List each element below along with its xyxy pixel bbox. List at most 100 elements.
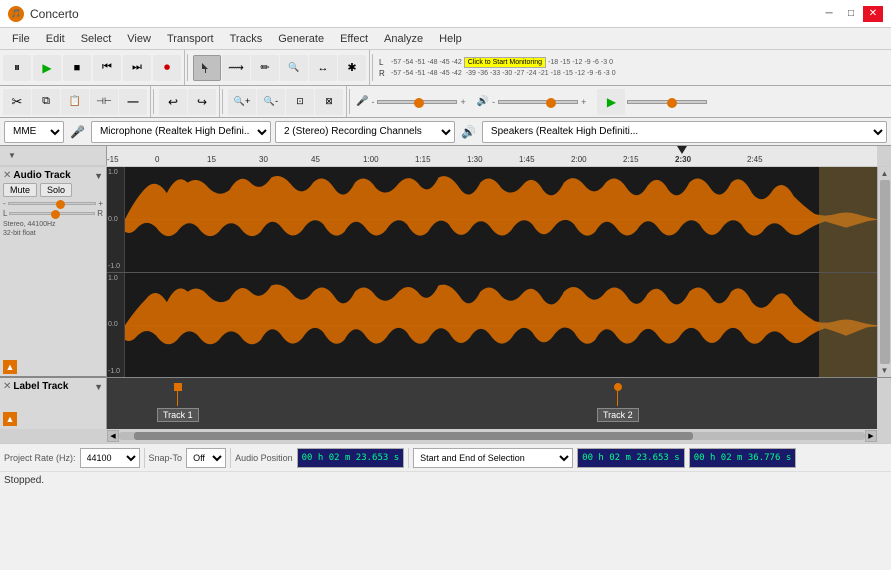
app-icon: 🎵 <box>8 6 24 22</box>
menu-view[interactable]: View <box>119 31 159 47</box>
label-track-collapse[interactable]: ▲ <box>3 412 17 426</box>
menu-edit[interactable]: Edit <box>38 31 73 47</box>
monitor-button[interactable]: Click to Start Monitoring <box>464 57 546 68</box>
project-rate-label: Project Rate (Hz): <box>4 453 76 463</box>
zoom-tool-button[interactable]: 🔍 <box>280 55 308 81</box>
menubar: File Edit Select View Transport Tracks G… <box>0 28 891 50</box>
trim-button[interactable]: ⊣⊢ <box>90 89 118 115</box>
snap-to-select[interactable]: Off <box>186 448 226 468</box>
audio-track-name: Audio Track <box>13 170 92 181</box>
scale-top-upper: 1.0 <box>108 169 123 176</box>
horizontal-scrollbar: ◀ ▶ <box>0 429 891 443</box>
zoom-fit-button[interactable]: ⊠ <box>315 89 343 115</box>
label-line-1 <box>177 391 178 406</box>
ruler-spacer: ▼ <box>0 146 107 166</box>
vu-meter-r: R -57-54-51-48-45-42 -39-36-33-30-27-24-… <box>379 69 887 78</box>
waveform-svg-upper: // Generate waveform bars inline <box>125 167 877 272</box>
edit-tools-toolbar: ⟿ ✏ 🔍 ↔ ✱ <box>190 50 370 85</box>
record-button[interactable]: ⏺ <box>153 55 181 81</box>
wave-scale-lower: 1.0 0.0 -1.0 <box>107 273 125 378</box>
silence-button[interactable]: — <box>119 89 147 115</box>
menu-effect[interactable]: Effect <box>332 31 376 47</box>
vu-meter-l: L -57-54-51-48-45-42 Click to Start Moni… <box>379 57 887 68</box>
wave-scale-upper: 1.0 0.0 -1.0 <box>107 167 125 272</box>
audio-track-close[interactable]: ✕ <box>3 170 11 181</box>
copy-button[interactable]: ⧉ <box>32 89 60 115</box>
menu-help[interactable]: Help <box>431 31 470 47</box>
play-green-button[interactable]: ▶ <box>597 89 625 115</box>
gain-minus-label: - <box>3 199 6 208</box>
next-button[interactable]: ⏭ <box>123 55 151 81</box>
gain-minus: - <box>371 97 374 107</box>
prev-button[interactable]: ⏮ <box>93 55 121 81</box>
timeshift-tool-button[interactable]: ↔ <box>309 55 337 81</box>
output-vol-slider[interactable] <box>498 100 578 104</box>
vertical-scrollbar[interactable]: ▲ ▼ <box>877 167 891 377</box>
hscroll-right-button[interactable]: ▶ <box>865 430 877 442</box>
scroll-up-arrow[interactable]: ▲ <box>881 169 889 178</box>
microphone-select[interactable]: Microphone (Realtek High Defini...) <box>91 121 271 143</box>
project-rate-select[interactable]: 44100 <box>80 448 140 468</box>
menu-tracks[interactable]: Tracks <box>222 31 271 47</box>
audio-position-label: Audio Position <box>235 453 293 463</box>
scroll-down-arrow[interactable]: ▼ <box>881 366 889 375</box>
envelope-tool-button[interactable]: ⟿ <box>222 55 250 81</box>
scale-mid-upper: 0.0 <box>108 216 123 223</box>
label-track-dropdown[interactable]: ▼ <box>94 382 103 392</box>
maximize-button[interactable]: □ <box>841 6 861 22</box>
speaker-icon-sm: 🔊 <box>461 125 476 139</box>
driver-select[interactable]: MME <box>4 121 64 143</box>
label-track-close[interactable]: ✕ <box>3 381 11 392</box>
undo-button[interactable]: ↩ <box>159 89 187 115</box>
zoom-in-button[interactable]: 🔍+ <box>228 89 256 115</box>
titlebar: 🎵 Concerto ─ □ ✕ <box>0 0 891 28</box>
selection-mode-select[interactable]: Start and End of Selection <box>413 448 573 468</box>
ruler-area: ▼ -15 0 15 30 45 1:00 1:15 1:30 1:45 2:0… <box>0 146 891 167</box>
draw-tool-button[interactable]: ✏ <box>251 55 279 81</box>
multi-tool-button[interactable]: ✱ <box>338 55 366 81</box>
minimize-button[interactable]: ─ <box>819 6 839 22</box>
track-collapse-button[interactable]: ▲ <box>3 360 17 374</box>
gain-plus: + <box>460 97 465 107</box>
mic-icon-sm: 🎤 <box>70 125 85 139</box>
menu-transport[interactable]: Transport <box>159 31 222 47</box>
track-pan-slider[interactable] <box>9 212 95 215</box>
solo-button[interactable]: Solo <box>40 183 72 197</box>
label-track-area: ✕ Label Track ▼ ▲ Track 1 Track 2 <box>0 377 891 429</box>
footer-sep3 <box>408 448 409 468</box>
selection-overlay-upper <box>819 167 877 272</box>
track-gain-slider[interactable] <box>8 202 97 205</box>
hscroll-track[interactable] <box>119 432 865 440</box>
vu-meter-area: L -57-54-51-48-45-42 Click to Start Moni… <box>375 50 891 85</box>
mute-button[interactable]: Mute <box>3 183 37 197</box>
mic-icon: 🎤 <box>356 96 368 107</box>
zoom-sel-button[interactable]: ⊡ <box>286 89 314 115</box>
zoom-out-button[interactable]: 🔍- <box>257 89 285 115</box>
menu-analyze[interactable]: Analyze <box>376 31 431 47</box>
playback-slider[interactable] <box>627 100 707 104</box>
channels-select[interactable]: 2 (Stereo) Recording Channels <box>275 121 455 143</box>
play-button[interactable]: ▶ <box>33 55 61 81</box>
label-track-controls: ✕ Label Track ▼ ▲ <box>0 378 107 429</box>
vu-l-label: L <box>379 58 387 67</box>
hscroll-thumb <box>134 432 694 440</box>
input-gain-slider[interactable] <box>377 100 457 104</box>
paste-button[interactable]: 📋 <box>61 89 89 115</box>
menu-file[interactable]: File <box>4 31 38 47</box>
cut-button[interactable]: ✂ <box>3 89 31 115</box>
menu-select[interactable]: Select <box>73 31 120 47</box>
ruler-scroll-corner <box>877 146 891 166</box>
audio-position-display3: 00 h 02 m 36.776 s <box>689 448 797 468</box>
stop-button[interactable]: ■ <box>63 55 91 81</box>
hscroll-left-button[interactable]: ◀ <box>107 430 119 442</box>
close-button[interactable]: ✕ <box>863 6 883 22</box>
select-tool-button[interactable] <box>193 55 221 81</box>
scroll-thumb[interactable] <box>880 180 890 364</box>
footer-sep1 <box>144 448 145 468</box>
label-marker-track1: Track 1 <box>157 383 199 422</box>
audio-track-dropdown[interactable]: ▼ <box>94 171 103 181</box>
redo-button[interactable]: ↪ <box>188 89 216 115</box>
pause-button[interactable]: ⏸ <box>3 55 31 81</box>
speaker-select[interactable]: Speakers (Realtek High Definiti... <box>482 121 887 143</box>
menu-generate[interactable]: Generate <box>270 31 332 47</box>
